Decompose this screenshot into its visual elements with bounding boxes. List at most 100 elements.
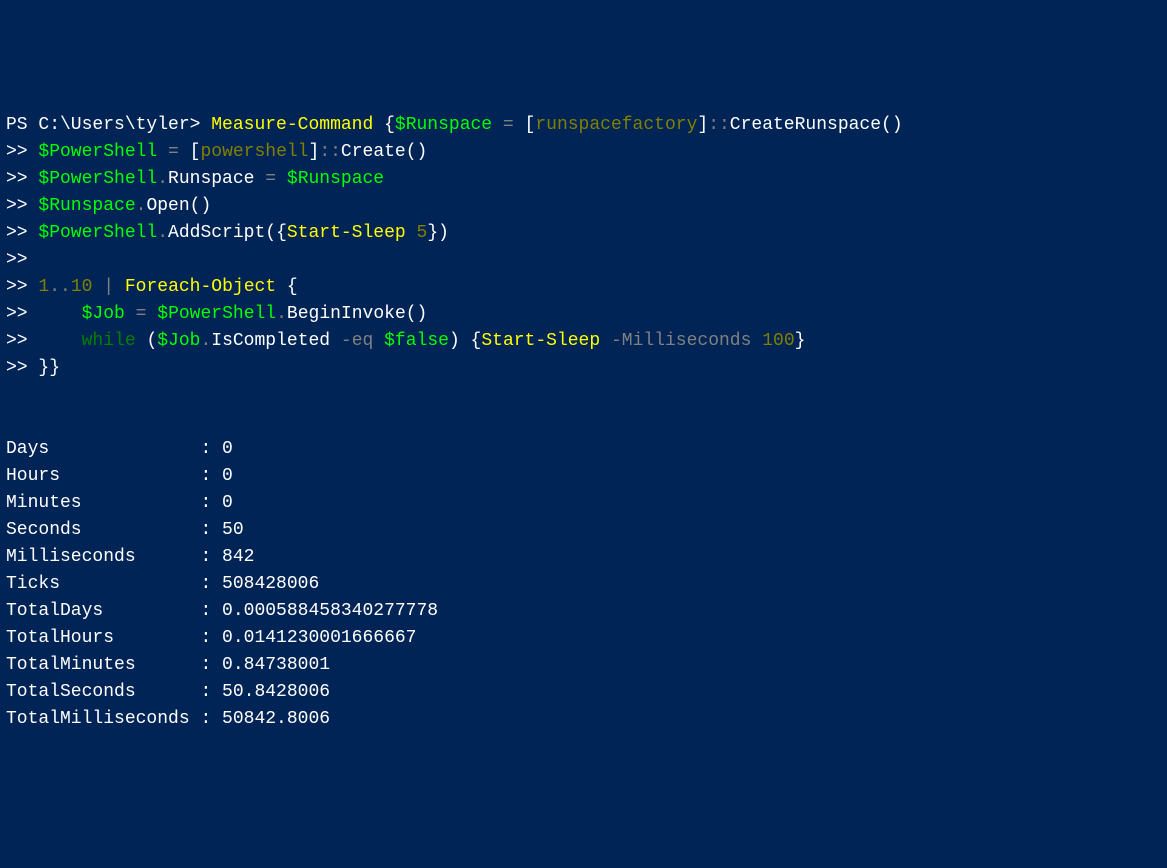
- type-name: runspacefactory: [535, 115, 697, 135]
- result-value: 0: [222, 439, 233, 459]
- result-value: 842: [222, 547, 254, 567]
- code-line-5: >> $PowerShell.AddScript({Start-Sleep 5}…: [6, 220, 1161, 247]
- result-value: 0.0141230001666667: [222, 628, 416, 648]
- variable: $Runspace: [38, 196, 135, 216]
- result-label: Milliseconds: [6, 547, 190, 567]
- result-separator: :: [190, 601, 222, 621]
- continuation-prompt: >>: [6, 304, 38, 324]
- result-row: TotalMilliseconds : 50842.8006: [6, 706, 1161, 733]
- result-value: 50842.8006: [222, 709, 330, 729]
- result-separator: :: [190, 493, 222, 513]
- result-row: Milliseconds : 842: [6, 544, 1161, 571]
- brace: }}: [38, 358, 60, 378]
- code-line-10: >> }}: [6, 355, 1161, 382]
- variable: $PowerShell: [38, 223, 157, 243]
- method-call: Open(): [146, 196, 211, 216]
- result-label: Hours: [6, 466, 190, 486]
- result-separator: :: [190, 574, 222, 594]
- result-separator: :: [190, 520, 222, 540]
- result-label: Days: [6, 439, 190, 459]
- code-line-2: >> $PowerShell = [powershell]::Create(): [6, 139, 1161, 166]
- continuation-prompt: >>: [6, 142, 38, 162]
- prompt-path: C:\Users\tyler: [38, 115, 189, 135]
- result-value: 508428006: [222, 574, 319, 594]
- method-call: BeginInvoke(): [287, 304, 427, 324]
- code-line-3: >> $PowerShell.Runspace = $Runspace: [6, 166, 1161, 193]
- operator: =: [503, 115, 514, 135]
- brace: {: [373, 115, 395, 135]
- number: 100: [762, 331, 794, 351]
- result-separator: :: [190, 466, 222, 486]
- results-block: Days : 0Hours : 0Minutes : 0Seconds : 50…: [6, 436, 1161, 733]
- static-op: ::: [319, 142, 341, 162]
- result-value: 0: [222, 493, 233, 513]
- result-separator: :: [190, 655, 222, 675]
- paren: (: [136, 331, 158, 351]
- brace: {: [276, 277, 298, 297]
- result-label: TotalHours: [6, 628, 190, 648]
- result-row: Hours : 0: [6, 463, 1161, 490]
- result-label: TotalMinutes: [6, 655, 190, 675]
- static-op: ::: [708, 115, 730, 135]
- number: 1: [38, 277, 49, 297]
- method-call: Create(): [341, 142, 427, 162]
- cmdlet: Measure-Command: [211, 115, 373, 135]
- result-label: Minutes: [6, 493, 190, 513]
- result-value: 0: [222, 466, 233, 486]
- variable: $Job: [82, 304, 125, 324]
- continuation-prompt: >>: [6, 250, 38, 270]
- variable: $PowerShell: [38, 142, 157, 162]
- brace: }: [795, 331, 806, 351]
- variable: $PowerShell: [157, 304, 276, 324]
- method-call: CreateRunspace(): [730, 115, 903, 135]
- blank-line: [6, 382, 1161, 409]
- terminal-output[interactable]: PS C:\Users\tyler> Measure-Command {$Run…: [6, 112, 1161, 733]
- result-value: 50.8428006: [222, 682, 330, 702]
- dot: .: [157, 223, 168, 243]
- result-value: 50: [222, 520, 244, 540]
- dot: .: [136, 196, 147, 216]
- variable: $Runspace: [287, 169, 384, 189]
- code-line-4: >> $Runspace.Open(): [6, 193, 1161, 220]
- result-row: Days : 0: [6, 436, 1161, 463]
- operator: -eq: [341, 331, 373, 351]
- result-row: TotalDays : 0.000588458340277778: [6, 598, 1161, 625]
- variable: $Runspace: [395, 115, 492, 135]
- code-line-8: >> $Job = $PowerShell.BeginInvoke(): [6, 301, 1161, 328]
- parameter: -Milliseconds: [611, 331, 751, 351]
- continuation-prompt: >>: [6, 223, 38, 243]
- cmdlet: Start-Sleep: [287, 223, 406, 243]
- result-row: Seconds : 50: [6, 517, 1161, 544]
- prompt-gt: >: [190, 115, 212, 135]
- result-value: 0.84738001: [222, 655, 330, 675]
- result-value: 0.000588458340277778: [222, 601, 438, 621]
- method-call: AddScript({: [168, 223, 287, 243]
- continuation-prompt: >>: [6, 169, 38, 189]
- result-row: TotalHours : 0.0141230001666667: [6, 625, 1161, 652]
- code-line-1: PS C:\Users\tyler> Measure-Command {$Run…: [6, 112, 1161, 139]
- brace: }): [427, 223, 449, 243]
- code-line-7: >> 1..10 | Foreach-Object {: [6, 274, 1161, 301]
- variable: $PowerShell: [38, 169, 157, 189]
- dot: .: [200, 331, 211, 351]
- prompt-ps: PS: [6, 115, 38, 135]
- operator: =: [168, 142, 179, 162]
- code-line-9: >> while ($Job.IsCompleted -eq $false) {…: [6, 328, 1161, 355]
- blank-line: [6, 409, 1161, 436]
- result-separator: :: [190, 439, 222, 459]
- type-name: powershell: [200, 142, 308, 162]
- result-row: TotalMinutes : 0.84738001: [6, 652, 1161, 679]
- cmdlet: Start-Sleep: [481, 331, 600, 351]
- result-separator: :: [190, 628, 222, 648]
- continuation-prompt: >>: [6, 331, 38, 351]
- result-label: Seconds: [6, 520, 190, 540]
- property: Runspace: [168, 169, 265, 189]
- variable: $Job: [157, 331, 200, 351]
- result-label: TotalSeconds: [6, 682, 190, 702]
- result-row: TotalSeconds : 50.8428006: [6, 679, 1161, 706]
- result-label: TotalDays: [6, 601, 190, 621]
- dot: .: [157, 169, 168, 189]
- property: IsCompleted: [211, 331, 341, 351]
- operator: =: [265, 169, 276, 189]
- result-separator: :: [190, 547, 222, 567]
